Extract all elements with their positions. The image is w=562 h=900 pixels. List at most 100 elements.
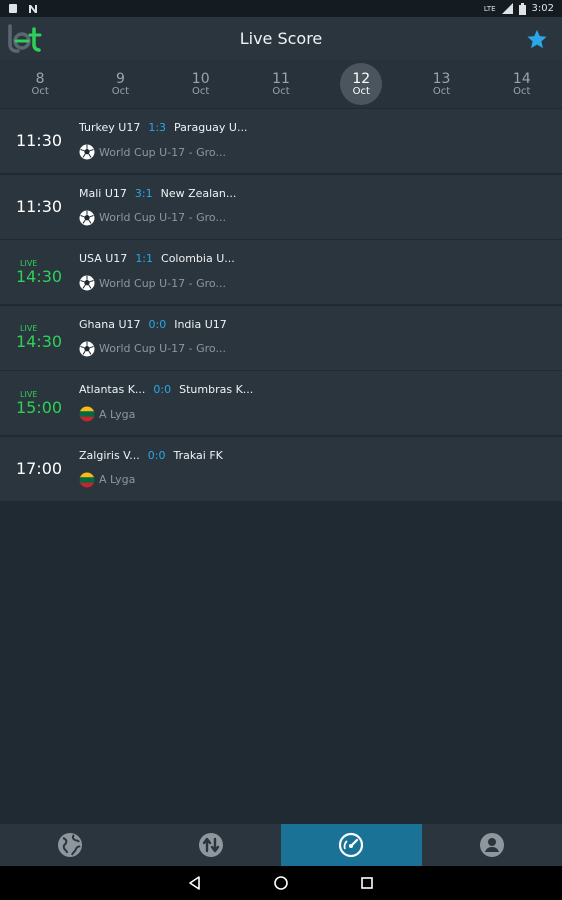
match-time: 15:00: [15, 397, 63, 417]
date-month: Oct: [192, 85, 210, 97]
match-teams: USA U17 1:1 Colombia U...: [79, 252, 235, 265]
bottom-navigation: [0, 824, 562, 866]
away-team: Paraguay U...: [174, 121, 248, 134]
match-score: 1:1: [135, 252, 154, 265]
competition-name: World Cup U-17 - Gro...: [99, 276, 226, 290]
page-title: Live Score: [239, 29, 323, 48]
signal-icon: [501, 3, 513, 14]
recents-icon[interactable]: [359, 875, 375, 891]
date-tab-12-selected[interactable]: 12 Oct: [321, 60, 401, 108]
match-score: 0:0: [147, 448, 166, 462]
match-row-live[interactable]: LIVE 14:30 USA U17 1:1 Colombia U... World…: [0, 240, 562, 304]
date-tab-13[interactable]: 13 Oct: [401, 60, 481, 108]
date-month: Oct: [513, 85, 531, 97]
match-row-live[interactable]: LIVE 15:00 Atlantas K... 0:0 Stumbras K...…: [0, 371, 562, 435]
match-row-live[interactable]: LIVE 14:30 Ghana U17 0:0 India U17 World C…: [0, 305, 562, 370]
home-team: Turkey U17: [79, 121, 141, 134]
away-team: India U17: [174, 317, 227, 331]
date-day: 10: [191, 70, 210, 87]
lithuania-flag-icon: [79, 472, 95, 487]
match-teams: Ghana U17 0:0 India U17: [79, 318, 227, 331]
date-month: Oct: [432, 85, 451, 97]
match-list: 11:30 Turkey U17 1:3 Paraguay U... World C…: [0, 109, 562, 502]
date-month: Oct: [272, 85, 290, 97]
home-team: Zalgiris V...: [79, 448, 140, 462]
nav-profile[interactable]: [422, 824, 562, 866]
away-team: Stumbras K...: [179, 383, 254, 396]
date-day: 8: [35, 70, 45, 87]
globe-icon: [58, 833, 83, 857]
away-team: New Zealan...: [160, 186, 237, 200]
match-score: 1:3: [148, 121, 167, 134]
soccer-ball-icon: [79, 144, 95, 160]
home-icon[interactable]: [273, 875, 289, 891]
date-month: Oct: [111, 85, 130, 97]
sim-card-icon: [9, 4, 17, 13]
match-time-block: LIVE 15:00: [0, 371, 78, 435]
app-logo-icon[interactable]: [6, 23, 44, 55]
competition: World Cup U-17 - Gro...: [79, 275, 226, 291]
back-icon[interactable]: [187, 875, 203, 891]
date-tab-9[interactable]: 9 Oct: [80, 60, 160, 108]
competition: World Cup U-17 - Gro...: [79, 341, 226, 357]
date-selector: 8 Oct 9 Oct 10 Oct 11 Oct 12 Oct 13 Oct 14 Oct: [0, 60, 562, 108]
home-team: USA U17: [79, 252, 128, 265]
date-tab-14[interactable]: 14 Oct: [482, 60, 562, 108]
date-day: 9: [115, 70, 125, 87]
match-time: 11:30: [15, 196, 63, 216]
match-row[interactable]: 11:30 Turkey U17 1:3 Paraguay U... World C…: [0, 109, 562, 173]
date-tab-10[interactable]: 10 Oct: [161, 60, 241, 108]
competition-name: World Cup U-17 - Gro...: [99, 342, 226, 355]
home-team: Ghana U17: [79, 317, 141, 331]
speedometer-icon: [339, 832, 364, 858]
swap-icon: [198, 833, 223, 857]
match-row[interactable]: 11:30 Mali U17 3:1 New Zealan... World Cup…: [0, 174, 562, 239]
away-team: Trakai FK: [173, 448, 223, 462]
date-month: Oct: [352, 85, 370, 97]
competition: World Cup U-17 - Gro...: [79, 144, 226, 160]
match-teams: Atlantas K... 0:0 Stumbras K...: [79, 383, 253, 396]
competition: World Cup U-17 - Gro...: [79, 210, 226, 226]
soccer-ball-icon: [79, 210, 95, 225]
nav-live-score[interactable]: [281, 824, 422, 866]
home-team: Atlantas K...: [79, 383, 146, 396]
soccer-ball-icon: [79, 341, 95, 356]
notification-n-icon: [29, 4, 37, 13]
match-teams: Zalgiris V... 0:0 Trakai FK: [79, 449, 223, 462]
match-row[interactable]: 17:00 Zalgiris V... 0:0 Trakai FK A Lyga: [0, 436, 562, 501]
soccer-ball-icon: [79, 275, 95, 291]
match-time: 17:00: [15, 458, 63, 478]
match-teams: Mali U17 3:1 New Zealan...: [79, 187, 236, 200]
competition-name: A Lyga: [99, 407, 136, 421]
match-time-block: 17:00: [0, 437, 78, 501]
match-score: 0:0: [148, 317, 167, 331]
status-bar: LTE 3:02: [0, 0, 562, 17]
app-bar: Live Score: [0, 17, 562, 60]
match-teams: Turkey U17 1:3 Paraguay U...: [79, 121, 247, 134]
date-month: Oct: [31, 85, 49, 97]
favorites-star-icon[interactable]: [526, 28, 548, 50]
competition: A Lyga: [79, 406, 135, 422]
match-time: 14:30: [15, 266, 63, 286]
match-score: 3:1: [134, 186, 153, 200]
home-team: Mali U17: [79, 186, 127, 200]
competition: A Lyga: [79, 472, 135, 488]
profile-icon: [479, 833, 504, 857]
competition-name: World Cup U-17 - Gro...: [99, 145, 226, 159]
match-time-block: 11:30: [0, 109, 78, 173]
match-time: 14:30: [15, 332, 63, 351]
nav-transfers[interactable]: [141, 824, 282, 866]
date-tab-11[interactable]: 11 Oct: [241, 60, 321, 108]
date-day: 11: [272, 70, 290, 87]
date-tab-8[interactable]: 8 Oct: [0, 60, 80, 108]
match-time-block: LIVE 14:30: [0, 240, 78, 304]
lithuania-flag-icon: [79, 406, 95, 422]
date-day: 14: [512, 70, 531, 87]
away-team: Colombia U...: [161, 252, 235, 265]
match-time-block: LIVE 14:30: [0, 306, 78, 370]
nav-world[interactable]: [0, 824, 141, 866]
competition-name: World Cup U-17 - Gro...: [99, 211, 226, 224]
network-type: LTE: [483, 4, 496, 13]
match-score: 0:0: [153, 383, 172, 396]
date-day: 12: [352, 70, 371, 87]
